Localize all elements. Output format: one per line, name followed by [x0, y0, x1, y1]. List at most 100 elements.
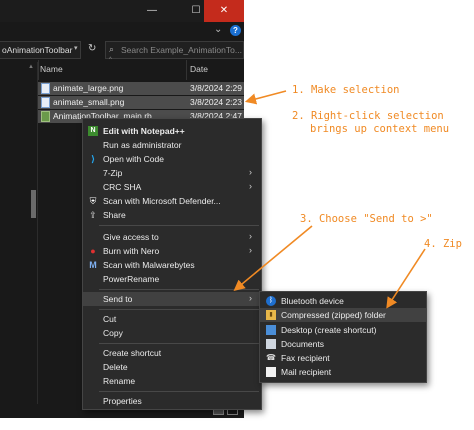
menu-item-label: Open with Code [103, 154, 164, 164]
menu-separator [99, 309, 259, 310]
menu-item-delete[interactable]: Delete [83, 360, 261, 374]
menu-item-send-to[interactable]: Send to › [83, 292, 261, 306]
menu-item-burn-nero[interactable]: ● Burn with Nero › [83, 244, 261, 258]
menu-item-label: Run as administrator [103, 140, 182, 150]
menu-item-cut[interactable]: Cut [83, 312, 261, 326]
menu-item-label: Edit with Notepad++ [103, 126, 185, 136]
menu-item-rename[interactable]: Rename [83, 374, 261, 388]
nero-icon: ● [90, 246, 96, 256]
navigation-pane[interactable]: ▲ [0, 62, 38, 418]
sendto-documents[interactable]: Documents [260, 337, 426, 351]
menu-separator [99, 225, 259, 226]
ribbon-expand-icon[interactable]: ⌄ [214, 24, 222, 35]
menu-item-label: Create shortcut [103, 348, 162, 358]
vscode-icon: ⟩ [90, 154, 96, 164]
address-bar[interactable]: oAnimationToolbar [0, 41, 81, 59]
submenu-arrow-icon: › [249, 167, 252, 177]
search-box[interactable]: ⌕ Search Example_AnimationTo... [105, 41, 244, 59]
menu-item-open-with-code[interactable]: ⟩ Open with Code [83, 152, 261, 166]
file-date: 3/8/2024 2:23 P [190, 97, 244, 107]
title-bar: — ☐ ✕ [0, 0, 244, 22]
menu-item-label: CRC SHA [103, 182, 142, 192]
context-menu: N Edit with Notepad++ Run as administrat… [82, 118, 262, 410]
sendto-desktop[interactable]: Desktop (create shortcut) [260, 323, 426, 337]
submenu-item-label: Mail recipient [281, 367, 332, 377]
menu-item-powerrename[interactable]: PowerRename [83, 272, 261, 286]
menu-item-create-shortcut[interactable]: Create shortcut [83, 346, 261, 360]
annotation-step-3: 3. Choose "Send to >" [300, 213, 433, 225]
mail-icon [266, 367, 276, 377]
send-to-submenu: ᛒ Bluetooth device ▮ Compressed (zipped)… [259, 291, 427, 383]
file-date: 3/8/2024 2:29 P [190, 83, 244, 93]
menu-item-run-as-admin[interactable]: Run as administrator [83, 138, 261, 152]
submenu-item-label: Documents [281, 339, 324, 349]
refresh-icon[interactable]: ↻ [88, 43, 96, 54]
submenu-arrow-icon: › [249, 293, 252, 303]
menu-separator [99, 289, 259, 290]
notepadpp-icon: N [88, 126, 98, 136]
submenu-item-label: Fax recipient [281, 353, 330, 363]
annotation-step-2-line2: brings up context menu [310, 123, 450, 135]
menu-item-label: Delete [103, 362, 128, 372]
submenu-arrow-icon: › [249, 181, 252, 191]
menu-item-properties[interactable]: Properties [83, 394, 261, 408]
file-row[interactable]: animate_small.png 3/8/2024 2:23 P [38, 96, 244, 109]
menu-item-crc-sha[interactable]: CRC SHA › [83, 180, 261, 194]
search-placeholder: Search Example_AnimationTo... [121, 45, 242, 55]
menu-item-scan-malwarebytes[interactable]: M Scan with Malwarebytes [83, 258, 261, 272]
documents-icon [266, 339, 276, 349]
menu-item-label: Cut [103, 314, 117, 324]
defender-shield-icon: ⛨ [89, 196, 97, 206]
submenu-item-label: Bluetooth device [281, 296, 344, 306]
menu-item-label: Share [103, 210, 126, 220]
menu-item-label: Properties [103, 396, 142, 406]
menu-item-label: Send to [103, 294, 133, 304]
column-header-name[interactable]: Name [40, 64, 63, 78]
menu-item-label: Rename [103, 376, 136, 386]
menu-item-label: PowerRename [103, 274, 160, 284]
help-icon[interactable]: ? [230, 25, 241, 36]
menu-item-7zip[interactable]: 7-Zip › [83, 166, 261, 180]
bluetooth-icon: ᛒ [266, 296, 276, 306]
menu-item-share[interactable]: ⇪ Share [83, 208, 261, 222]
zip-folder-icon: ▮ [266, 310, 276, 320]
column-divider [38, 60, 39, 80]
sendto-bluetooth[interactable]: ᛒ Bluetooth device [260, 294, 426, 308]
image-file-icon [41, 97, 50, 108]
submenu-arrow-icon: › [249, 245, 252, 255]
file-name: animate_large.png [53, 83, 124, 93]
sendto-compressed-folder[interactable]: ▮ Compressed (zipped) folder [260, 308, 426, 322]
file-name: animate_small.png [53, 97, 125, 107]
sendto-fax[interactable]: ☎ Fax recipient [260, 351, 426, 365]
address-dropdown-icon[interactable]: ▾ [74, 44, 78, 52]
close-button[interactable]: ✕ [204, 0, 244, 22]
search-icon: ⌕ [109, 44, 115, 54]
menu-separator [99, 343, 259, 344]
menu-item-copy[interactable]: Copy [83, 326, 261, 340]
ruby-file-icon [41, 111, 50, 122]
menu-item-label: Copy [103, 328, 123, 338]
sendto-mail[interactable]: Mail recipient [260, 365, 426, 379]
menu-item-edit-notepadpp[interactable]: N Edit with Notepad++ [83, 124, 261, 138]
scroll-up-arrow-icon[interactable]: ▲ [28, 64, 34, 70]
navigation-scrollbar-thumb[interactable] [31, 190, 36, 218]
file-row[interactable]: animate_large.png 3/8/2024 2:29 P [38, 82, 244, 95]
menu-item-label: 7-Zip [103, 168, 123, 178]
image-file-icon [41, 83, 50, 94]
menu-item-label: Scan with Malwarebytes [103, 260, 195, 270]
column-divider[interactable] [186, 60, 187, 80]
annotation-step-1: 1. Make selection [292, 84, 400, 96]
column-header-date[interactable]: Date [190, 64, 208, 78]
menu-item-label: Scan with Microsoft Defender... [103, 196, 221, 206]
menu-item-label: Give access to [103, 232, 159, 242]
sort-indicator-icon: ^ [109, 57, 112, 63]
submenu-arrow-icon: › [249, 231, 252, 241]
minimize-button[interactable]: — [132, 0, 172, 22]
menu-item-give-access[interactable]: Give access to › [83, 230, 261, 244]
arrow-to-selection [244, 90, 287, 105]
menu-item-scan-defender[interactable]: ⛨ Scan with Microsoft Defender... [83, 194, 261, 208]
menu-separator [99, 391, 259, 392]
fax-icon: ☎ [266, 353, 276, 362]
annotation-step-4: 4. Zip [424, 238, 462, 250]
annotation-step-2-line1: 2. Right-click selection [292, 110, 444, 122]
